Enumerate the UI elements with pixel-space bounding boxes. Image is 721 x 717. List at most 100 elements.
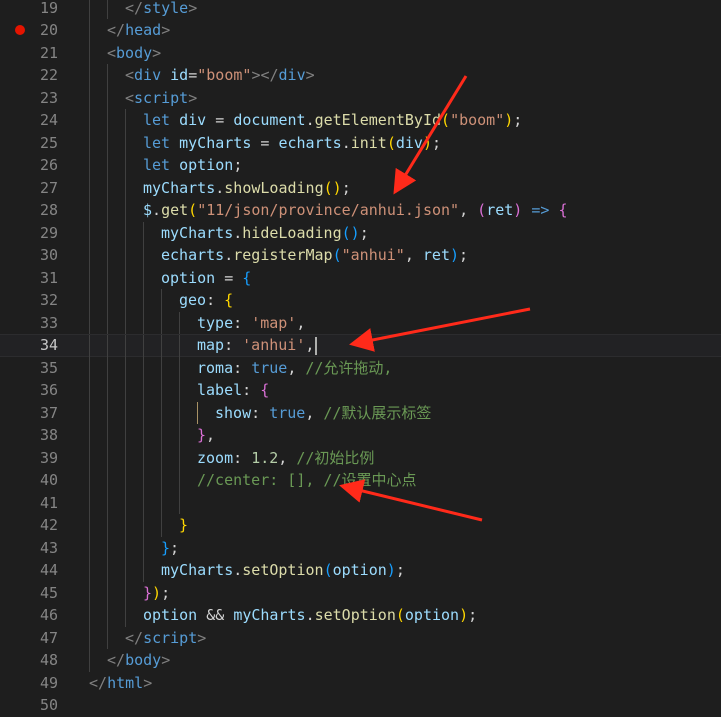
line-number: 30 <box>39 246 58 264</box>
code-token: setOption <box>314 606 396 624</box>
line-number: 50 <box>39 696 58 714</box>
code-token: ( <box>188 201 198 219</box>
code-line[interactable]: 49 </html> <box>0 672 721 695</box>
indent-guide <box>125 379 126 402</box>
code-text: </script> <box>125 627 206 650</box>
code-line[interactable]: 45}); <box>0 581 721 604</box>
code-token: { <box>224 291 234 309</box>
code-line[interactable]: 19 </style> <box>0 0 721 19</box>
code-token: hideLoading <box>242 223 342 242</box>
indent-guide <box>125 581 126 604</box>
indent-guide <box>107 604 108 627</box>
code-line[interactable]: 30 echarts.registerMap("anhui", ret); <box>0 244 721 267</box>
code-token: ( <box>323 561 333 579</box>
code-line[interactable]: 26 let option; <box>0 154 721 177</box>
indent-guide <box>161 514 162 537</box>
code-token: . <box>305 111 315 129</box>
code-token: } <box>197 426 207 444</box>
line-number: 31 <box>39 268 58 287</box>
code-text: echarts.registerMap("anhui", ret); <box>161 244 468 267</box>
code-line[interactable]: 48 </body> <box>0 649 721 672</box>
line-number: 39 <box>39 448 58 467</box>
code-line[interactable]: 29 myCharts.hideLoading(); <box>0 221 721 245</box>
code-line[interactable]: 42} <box>0 514 721 537</box>
indent-guide <box>107 289 108 312</box>
indent-guide <box>107 379 108 402</box>
indent-guide <box>179 379 180 402</box>
code-line[interactable]: 50 <box>0 694 721 717</box>
code-text: }; <box>161 537 179 560</box>
code-line[interactable]: 46 option && myCharts.setOption(option); <box>0 604 721 627</box>
code-token: label <box>197 381 243 399</box>
line-number: 43 <box>39 538 58 557</box>
code-token: get <box>161 201 189 219</box>
code-line[interactable]: 21 <body> <box>0 41 721 65</box>
code-line[interactable]: 36 label: { <box>0 379 721 402</box>
indent-guide <box>179 335 180 358</box>
code-line[interactable]: 38}, <box>0 424 721 447</box>
line-number: 20 <box>39 21 58 39</box>
code-line[interactable]: 32 geo: { <box>0 289 721 312</box>
code-line[interactable]: 43}; <box>0 536 721 560</box>
text-cursor <box>315 337 317 355</box>
indent-guide <box>161 446 162 469</box>
code-line[interactable]: 39 zoom: 1.2, //初始比例 <box>0 446 721 469</box>
indent-guide <box>89 289 90 312</box>
code-text: myCharts.hideLoading(); <box>161 222 369 245</box>
code-line[interactable]: 28 $.get("11/json/province/anhui.json", (… <box>0 199 721 222</box>
code-line[interactable]: 24 let div = document.getElementById("boo… <box>0 109 721 132</box>
indent-guide <box>107 86 108 109</box>
indent-guide <box>161 311 162 334</box>
code-token: //center: [], //设置中心点 <box>197 471 417 489</box>
indent-guide <box>89 559 90 582</box>
code-line[interactable]: 20 </head> <box>0 19 721 42</box>
code-line[interactable]: 22 <div id="boom"></div> <box>0 64 721 87</box>
breakpoint-icon[interactable] <box>15 25 25 35</box>
code-line[interactable]: 44 myCharts.setOption(option); <box>0 559 721 582</box>
indent-guide <box>125 424 126 447</box>
indent-guide <box>125 401 126 424</box>
code-token: zoom <box>197 448 234 467</box>
indent-guide <box>179 424 180 447</box>
indent-guide <box>89 266 90 289</box>
code-line[interactable]: 25 let myCharts = echarts.init(div); <box>0 131 721 154</box>
code-token: show <box>215 403 252 422</box>
code-token: < <box>107 43 117 62</box>
code-token: init <box>350 133 387 152</box>
code-token: . <box>152 201 162 219</box>
indent-guide <box>125 446 126 469</box>
indent-guide <box>107 0 108 19</box>
code-line[interactable]: 27 myCharts.showLoading(); <box>0 176 721 199</box>
indent-guide <box>125 491 126 514</box>
code-token: ret <box>422 246 450 264</box>
code-token: let <box>143 133 171 152</box>
code-line[interactable]: 40 //center: [], //设置中心点 <box>0 469 721 492</box>
code-token: . <box>215 178 225 197</box>
code-token: div <box>395 133 423 152</box>
code-editor[interactable]: 19 </style> 20 </head> 21 <body> 22 <div id="bo… <box>0 0 721 714</box>
indent-guide <box>197 401 198 424</box>
code-line[interactable]: 37 show: true, //默认展示标签 <box>0 401 721 424</box>
indent-guide <box>161 401 162 424</box>
code-line[interactable]: 34 map: 'anhui', <box>0 334 721 358</box>
indent-guide <box>125 559 126 582</box>
code-token: //默认展示标签 <box>323 403 432 422</box>
code-line[interactable]: 35 roma: true, //允许拖动, <box>0 356 721 379</box>
indent-guide <box>107 491 108 514</box>
code-text: <div id="boom"></div> <box>125 64 315 87</box>
code-token: ; <box>513 111 523 129</box>
code-line[interactable]: 47 </script> <box>0 626 721 650</box>
indent-guide <box>107 626 108 649</box>
indent-guide <box>89 379 90 402</box>
code-line[interactable]: 33 type: 'map', <box>0 311 721 334</box>
code-line[interactable]: 41 <box>0 491 721 514</box>
code-text: //center: [], //设置中心点 <box>197 469 417 492</box>
code-line[interactable]: 31 option = { <box>0 266 721 289</box>
line-number: 35 <box>39 358 58 377</box>
code-text: <body> <box>107 42 161 65</box>
code-line[interactable]: 23 <script> <box>0 86 721 109</box>
indent-guide <box>143 335 144 358</box>
indent-guide <box>107 446 108 469</box>
code-token: = <box>206 111 234 129</box>
